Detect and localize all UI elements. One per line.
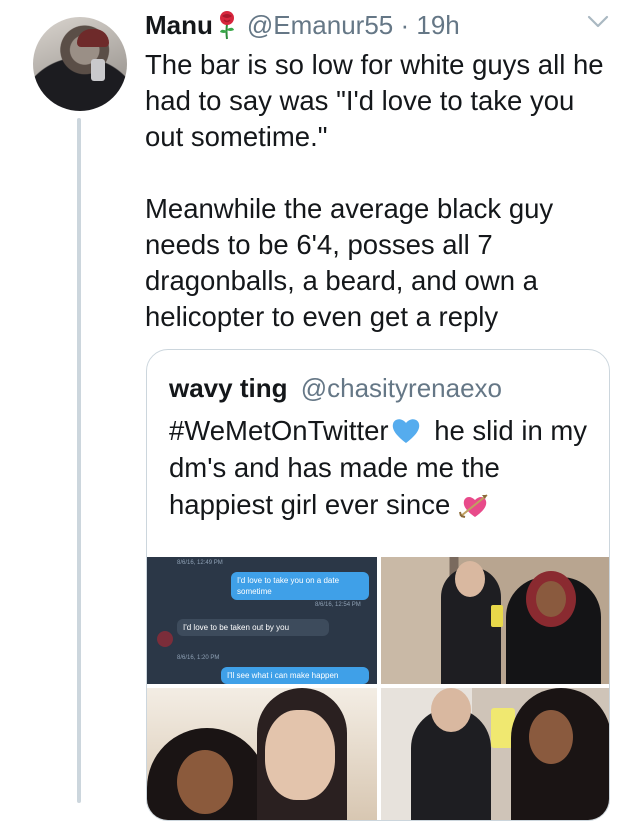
quoted-tweet-header: wavy ting @chasityrenaexo bbox=[169, 372, 502, 404]
media-grid: 8/6/16, 12:49 PM I'd love to take you on… bbox=[147, 557, 609, 820]
blue-heart-icon bbox=[392, 419, 419, 443]
woman-face bbox=[529, 710, 573, 764]
man-face bbox=[265, 710, 335, 800]
dm-avatar bbox=[157, 631, 173, 647]
thread-line bbox=[77, 118, 81, 803]
phone-case bbox=[491, 605, 503, 627]
dm-screenshot-image[interactable]: 8/6/16, 12:49 PM I'd love to take you on… bbox=[147, 557, 377, 684]
quoted-tweet[interactable]: wavy ting @chasityrenaexo #WeMetOnTwitte… bbox=[146, 349, 610, 821]
dm-timestamp-2: 8/6/16, 12:54 PM bbox=[315, 602, 361, 608]
tweet-header: Manu @Emanur55 · 19h bbox=[145, 9, 460, 41]
author-handle[interactable]: @Emanur55 bbox=[247, 10, 393, 40]
woman-face bbox=[177, 750, 233, 814]
hashtag-link[interactable]: #WeMetOnTwitter bbox=[169, 415, 389, 446]
author-name[interactable]: Manu bbox=[145, 10, 213, 40]
tweet-text: The bar is so low for white guys all he … bbox=[145, 49, 604, 332]
quoted-author-name: wavy ting bbox=[169, 373, 288, 403]
rose-icon bbox=[219, 11, 234, 40]
couple-mirror-photo-2[interactable] bbox=[381, 688, 609, 820]
author-avatar[interactable] bbox=[33, 17, 127, 111]
dm-message-3: I'll see what i can make happen bbox=[221, 667, 369, 684]
tweet-time[interactable]: 19h bbox=[416, 10, 459, 40]
time-separator: · bbox=[400, 10, 410, 40]
quoted-author-handle: @chasityrenaexo bbox=[300, 373, 502, 403]
dm-timestamp-3: 8/6/16, 1:20 PM bbox=[177, 655, 220, 661]
man-face bbox=[455, 561, 485, 597]
man-face bbox=[431, 688, 471, 732]
woman-face bbox=[536, 581, 566, 617]
dm-message-1: I'd love to take you on a date sometime bbox=[231, 572, 369, 600]
dm-message-2: I'd love to be taken out by you bbox=[177, 619, 329, 636]
heart-with-arrow-icon bbox=[459, 494, 488, 518]
couple-mirror-photo[interactable] bbox=[381, 557, 609, 684]
avatar-phone bbox=[91, 59, 105, 81]
avatar-cap bbox=[77, 29, 109, 47]
couple-selfie-photo[interactable] bbox=[147, 688, 377, 820]
dm-timestamp-1: 8/6/16, 12:49 PM bbox=[177, 560, 223, 566]
quoted-tweet-text: #WeMetOnTwitter he slid in my dm's and h… bbox=[169, 412, 589, 523]
chevron-down-icon[interactable] bbox=[586, 14, 610, 30]
